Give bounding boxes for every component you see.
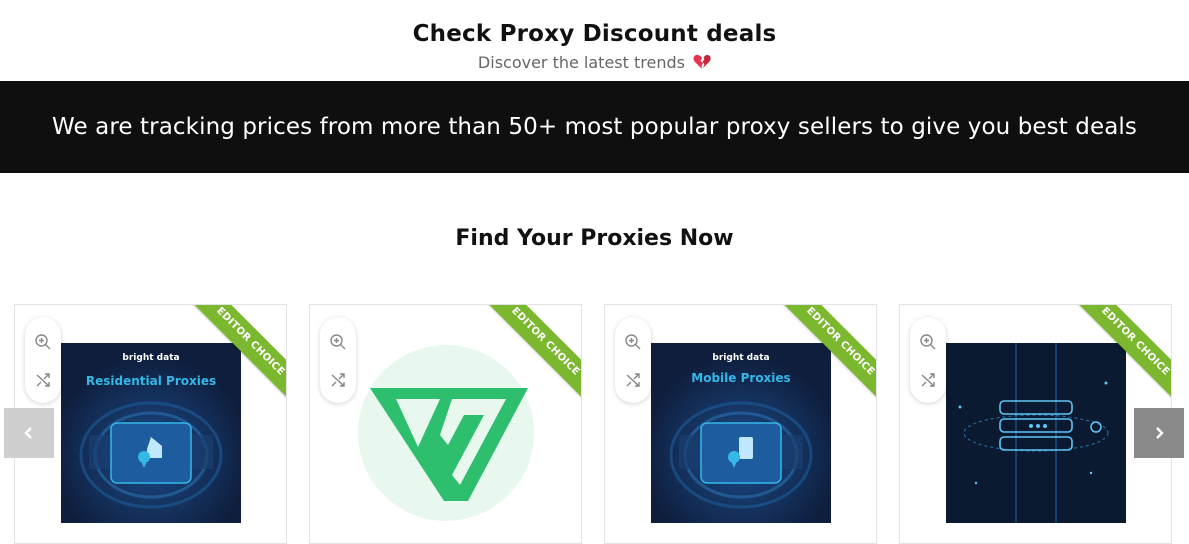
shuffle-icon [331, 373, 345, 387]
compare-button[interactable] [25, 365, 61, 395]
chevron-left-icon [24, 427, 32, 439]
image-brand: bright data [712, 353, 769, 363]
zoom-button[interactable] [615, 327, 651, 357]
product-card[interactable]: EDITOR CHOICE bright data Mobile Proxies [604, 304, 877, 544]
product-card[interactable]: EDITOR CHOICE [309, 304, 582, 544]
zoom-in-icon [35, 334, 51, 350]
ribbon-label: EDITOR CHOICE [486, 305, 581, 401]
editor-choice-ribbon: EDITOR CHOICE [780, 305, 876, 401]
ribbon-label: EDITOR CHOICE [781, 305, 876, 401]
zoom-in-icon [920, 334, 936, 350]
editor-choice-ribbon: EDITOR CHOICE [1075, 305, 1171, 401]
broken-heart-icon [693, 54, 711, 74]
compare-button[interactable] [320, 365, 356, 395]
product-card[interactable]: EDITOR CHOICE bright data Residential Pr… [14, 304, 287, 544]
card-tools [615, 317, 651, 403]
zoom-in-icon [330, 334, 346, 350]
subtitle-text: Discover the latest trends [477, 53, 685, 72]
zoom-button[interactable] [25, 327, 61, 357]
carousel-prev-button[interactable] [4, 408, 54, 458]
zoom-button[interactable] [320, 327, 356, 357]
shuffle-icon [626, 373, 640, 387]
editor-choice-ribbon: EDITOR CHOICE [190, 305, 286, 401]
product-card[interactable]: EDITOR CHOICE [899, 304, 1172, 544]
shuffle-icon [36, 373, 50, 387]
ribbon-label: EDITOR CHOICE [1076, 305, 1171, 401]
card-tools [910, 317, 946, 403]
card-tools [320, 317, 356, 403]
shuffle-icon [921, 373, 935, 387]
image-brand: bright data [122, 353, 179, 363]
editor-choice-ribbon: EDITOR CHOICE [485, 305, 581, 401]
ribbon-label: EDITOR CHOICE [191, 305, 286, 401]
banner-text: We are tracking prices from more than 50… [51, 114, 1138, 140]
chevron-right-icon [1156, 427, 1164, 439]
carousel-next-button[interactable] [1134, 408, 1184, 458]
card-tools [25, 317, 61, 403]
zoom-in-icon [625, 334, 641, 350]
page-title: Check Proxy Discount deals [412, 21, 777, 47]
section-title: Find Your Proxies Now [455, 226, 734, 251]
page-subtitle: Discover the latest trends [0, 53, 1189, 74]
image-label: Mobile Proxies [691, 371, 790, 385]
promo-banner: We are tracking prices from more than 50… [0, 81, 1189, 173]
zoom-button[interactable] [910, 327, 946, 357]
compare-button[interactable] [910, 365, 946, 395]
compare-button[interactable] [615, 365, 651, 395]
